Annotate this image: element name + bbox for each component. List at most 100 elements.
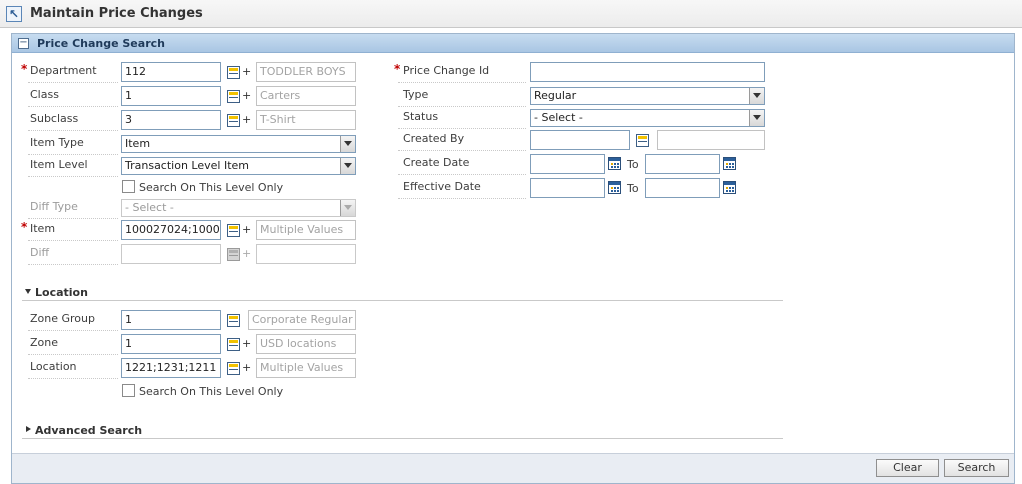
lov-icon bbox=[227, 248, 240, 261]
search-button[interactable]: Search bbox=[944, 459, 1009, 477]
department-input[interactable]: 112 bbox=[121, 62, 221, 82]
zone-description: USD locations bbox=[256, 334, 356, 354]
chevron-down-icon[interactable] bbox=[340, 158, 355, 174]
back-arrow-icon[interactable]: ↖ bbox=[6, 6, 22, 22]
chevron-down-icon[interactable] bbox=[749, 110, 764, 126]
diff-type-label: Diff Type bbox=[30, 200, 78, 213]
department-description: TODDLER BOYS bbox=[256, 62, 356, 82]
lov-icon[interactable] bbox=[227, 224, 240, 237]
lov-icon[interactable] bbox=[227, 90, 240, 103]
calendar-icon[interactable] bbox=[723, 181, 736, 194]
lov-icon[interactable] bbox=[636, 134, 649, 147]
item-level-value: Transaction Level Item bbox=[125, 159, 249, 172]
label-underline bbox=[28, 240, 118, 241]
item-type-label: Item Type bbox=[30, 136, 84, 149]
label-underline bbox=[28, 176, 118, 177]
plus-icon[interactable]: + bbox=[242, 89, 251, 102]
expand-down-icon[interactable] bbox=[25, 289, 31, 294]
required-marker: * bbox=[394, 62, 401, 76]
zone-group-input[interactable]: 1 bbox=[121, 310, 221, 330]
item-type-select[interactable]: Item bbox=[121, 135, 356, 153]
search-level-label: Search On This Level Only bbox=[139, 181, 284, 194]
create-date-to-label: To bbox=[627, 158, 639, 171]
chevron-down-icon[interactable] bbox=[340, 200, 355, 216]
diff-label: Diff bbox=[30, 246, 50, 259]
location-search-level-checkbox[interactable] bbox=[122, 384, 135, 397]
plus-icon[interactable]: + bbox=[242, 361, 251, 374]
label-underline bbox=[28, 378, 118, 379]
plus-icon: + bbox=[242, 247, 252, 260]
button-bar bbox=[12, 453, 1014, 483]
label-underline bbox=[28, 218, 118, 219]
chevron-down-icon[interactable] bbox=[340, 136, 355, 152]
plus-icon[interactable]: + bbox=[242, 113, 251, 126]
effective-date-to-label: To bbox=[627, 182, 639, 195]
type-select[interactable]: Regular bbox=[530, 87, 765, 105]
subclass-description: T-Shirt bbox=[256, 110, 356, 130]
price-change-id-input[interactable] bbox=[530, 62, 765, 82]
plus-icon[interactable]: + bbox=[242, 65, 251, 78]
calendar-icon[interactable] bbox=[608, 157, 621, 170]
diff-type-select[interactable]: - Select - bbox=[121, 199, 356, 217]
required-marker: * bbox=[21, 62, 28, 76]
class-label: Class bbox=[30, 88, 59, 101]
label-underline bbox=[28, 154, 118, 155]
label-underline bbox=[28, 82, 118, 83]
zone-label: Zone bbox=[30, 336, 59, 349]
class-description: Carters bbox=[256, 86, 356, 106]
item-input[interactable]: 100027024;1000 bbox=[121, 220, 221, 240]
page-title: Maintain Price Changes bbox=[30, 6, 203, 21]
chevron-down-icon[interactable] bbox=[749, 88, 764, 104]
effective-date-to-input[interactable] bbox=[645, 178, 720, 198]
required-marker: * bbox=[21, 220, 28, 234]
location-section-title[interactable]: Location bbox=[35, 286, 88, 299]
zone-input[interactable]: 1 bbox=[121, 334, 221, 354]
created-by-input[interactable] bbox=[530, 130, 630, 150]
label-underline bbox=[398, 128, 526, 129]
subclass-input[interactable]: 3 bbox=[121, 110, 221, 130]
department-label: Department bbox=[30, 64, 97, 77]
collapse-icon[interactable]: − bbox=[18, 38, 29, 49]
location-label: Location bbox=[30, 360, 77, 373]
created-by-label: Created By bbox=[403, 132, 465, 145]
label-underline bbox=[28, 354, 118, 355]
diff-description bbox=[256, 244, 356, 264]
lov-icon[interactable] bbox=[227, 314, 240, 327]
lov-icon[interactable] bbox=[227, 66, 240, 79]
create-date-from-input[interactable] bbox=[530, 154, 605, 174]
plus-icon[interactable]: + bbox=[242, 223, 251, 236]
status-select[interactable]: - Select - bbox=[530, 109, 765, 127]
item-type-value: Item bbox=[125, 137, 151, 150]
plus-icon[interactable]: + bbox=[242, 337, 251, 350]
search-level-checkbox[interactable] bbox=[122, 180, 135, 193]
label-underline bbox=[398, 106, 526, 107]
advanced-search-title[interactable]: Advanced Search bbox=[35, 424, 142, 437]
label-underline bbox=[28, 264, 118, 265]
type-value: Regular bbox=[534, 89, 577, 102]
lov-icon[interactable] bbox=[227, 362, 240, 375]
location-description: Multiple Values bbox=[256, 358, 356, 378]
diff-type-value: - Select - bbox=[125, 201, 174, 214]
calendar-icon[interactable] bbox=[723, 157, 736, 170]
diff-input[interactable] bbox=[121, 244, 221, 264]
class-input[interactable]: 1 bbox=[121, 86, 221, 106]
create-date-to-input[interactable] bbox=[645, 154, 720, 174]
effective-date-from-input[interactable] bbox=[530, 178, 605, 198]
lov-icon[interactable] bbox=[227, 114, 240, 127]
label-underline bbox=[398, 82, 526, 83]
effective-date-label: Effective Date bbox=[403, 180, 481, 193]
label-underline bbox=[28, 130, 118, 131]
zone-group-label: Zone Group bbox=[30, 312, 95, 325]
calendar-icon[interactable] bbox=[608, 181, 621, 194]
item-description: Multiple Values bbox=[256, 220, 356, 240]
expand-right-icon[interactable] bbox=[26, 426, 31, 432]
section-divider bbox=[22, 300, 783, 301]
label-underline bbox=[398, 198, 526, 199]
status-label: Status bbox=[403, 110, 439, 123]
item-level-select[interactable]: Transaction Level Item bbox=[121, 157, 356, 175]
lov-icon[interactable] bbox=[227, 338, 240, 351]
panel-title: Price Change Search bbox=[37, 37, 165, 50]
subclass-label: Subclass bbox=[30, 112, 79, 125]
location-input[interactable]: 1221;1231;1211 bbox=[121, 358, 221, 378]
clear-button[interactable]: Clear bbox=[876, 459, 939, 477]
